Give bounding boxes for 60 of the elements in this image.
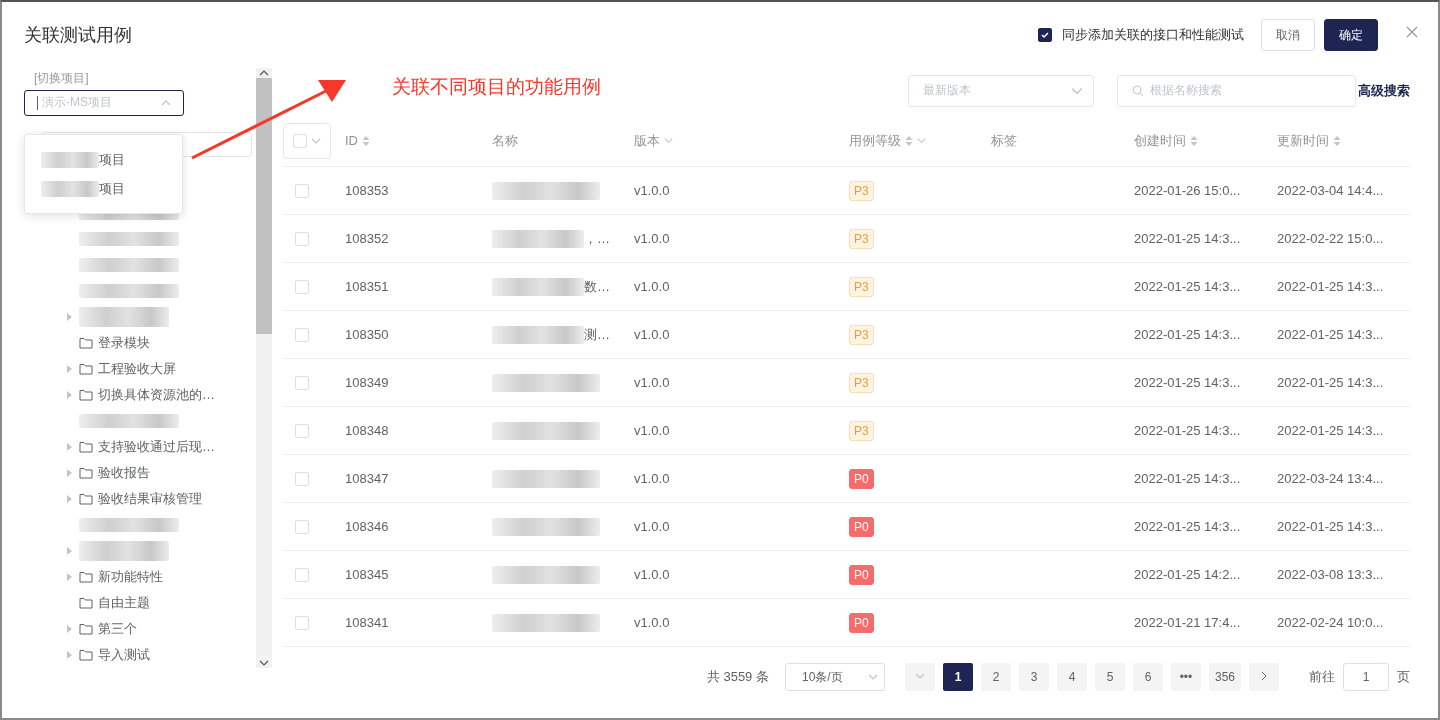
table-cell-text: 2022-01-25 14:3... bbox=[1133, 231, 1242, 246]
checkbox-label: 同步添加关联的接口和性能测试 bbox=[1062, 26, 1244, 44]
priority-tag: P0 bbox=[849, 516, 874, 537]
table-cell-text: 2022-01-25 14:3... bbox=[1133, 279, 1242, 294]
dialog-title: 关联测试用例 bbox=[24, 24, 133, 47]
goto-label: 前往 bbox=[1309, 668, 1335, 686]
table-cell-text: 2022-01-25 14:3... bbox=[1276, 327, 1385, 342]
table-cell-text: v1.0.0 bbox=[633, 519, 671, 534]
table-cell-text: v1.0.0 bbox=[633, 423, 671, 438]
table-cell-text: v1.0.0 bbox=[633, 279, 671, 294]
table-cell-text: 2022-02-22 15:0... bbox=[1276, 231, 1385, 246]
page-suffix: 页 bbox=[1397, 668, 1410, 686]
table-cell-text: v1.0.0 bbox=[633, 375, 671, 390]
table-cell: 测… bbox=[584, 325, 610, 344]
table-cell-text: 2022-03-04 14:4... bbox=[1276, 183, 1385, 198]
table-cell-text: 2022-03-24 13:4... bbox=[1276, 471, 1385, 486]
table-cell-text: v1.0.0 bbox=[633, 327, 671, 342]
table-cell: ，… bbox=[584, 229, 610, 248]
priority-tag: P3 bbox=[849, 420, 874, 441]
priority-tag: P3 bbox=[849, 324, 874, 345]
table-cell-text: 108352 bbox=[344, 231, 390, 246]
table-cell-text: 2022-01-26 15:0... bbox=[1133, 183, 1242, 198]
table-cell-text: 2022-01-25 14:3... bbox=[1276, 375, 1385, 390]
table-cell-text: 2022-01-25 14:3... bbox=[1133, 375, 1242, 390]
priority-tag: P0 bbox=[849, 468, 874, 489]
table-cell-text: v1.0.0 bbox=[633, 567, 671, 582]
table-cell-text: 2022-01-25 14:3... bbox=[1133, 519, 1242, 534]
table-cell-text: v1.0.0 bbox=[633, 471, 671, 486]
table-cell-text: v1.0.0 bbox=[633, 231, 671, 246]
table-cell-text: 108351 bbox=[344, 279, 390, 294]
priority-tag: P3 bbox=[849, 372, 874, 393]
project-switch-label: [切换项目] bbox=[34, 70, 90, 87]
table-cell-text: 2022-01-21 17:4... bbox=[1133, 615, 1242, 630]
table-cell-text: 108349 bbox=[344, 375, 390, 390]
table-cell-text: 2022-01-25 14:2... bbox=[1133, 567, 1242, 582]
annotation-text: 关联不同项目的功能用例 bbox=[392, 75, 601, 99]
table-cell-text: v1.0.0 bbox=[633, 183, 671, 198]
table-cell-text: 108350 bbox=[344, 327, 390, 342]
table-cell-text: 108346 bbox=[344, 519, 390, 534]
table-cell-text: 2022-01-25 14:3... bbox=[1276, 423, 1385, 438]
priority-tag: P0 bbox=[849, 612, 874, 633]
priority-tag: P3 bbox=[849, 180, 874, 201]
total-count: 共 3559 条 bbox=[706, 668, 769, 686]
table-cell-text: 2022-01-25 14:3... bbox=[1276, 519, 1385, 534]
priority-tag: P3 bbox=[849, 228, 874, 249]
table-cell-text: 108353 bbox=[344, 183, 390, 198]
table-cell-text: 108345 bbox=[344, 567, 390, 582]
table-cell-text: 108347 bbox=[344, 471, 390, 486]
table-cell-text: 2022-01-25 14:3... bbox=[1133, 423, 1242, 438]
table-cell-text: 2022-01-25 14:3... bbox=[1276, 279, 1385, 294]
table-cell-text: 108348 bbox=[344, 423, 390, 438]
priority-tag: P0 bbox=[849, 564, 874, 585]
table-cell: 数… bbox=[584, 277, 610, 296]
table-cell-text: v1.0.0 bbox=[633, 615, 671, 630]
table-cell-text: 2022-02-24 10:0... bbox=[1276, 615, 1385, 630]
table-cell-text: 2022-03-08 13:3... bbox=[1276, 567, 1385, 582]
table-cell-text: 108341 bbox=[344, 615, 390, 630]
table-cell-text: 2022-01-25 14:3... bbox=[1133, 327, 1242, 342]
table-cell-text: 2022-01-25 14:3... bbox=[1133, 471, 1242, 486]
priority-tag: P3 bbox=[849, 276, 874, 297]
